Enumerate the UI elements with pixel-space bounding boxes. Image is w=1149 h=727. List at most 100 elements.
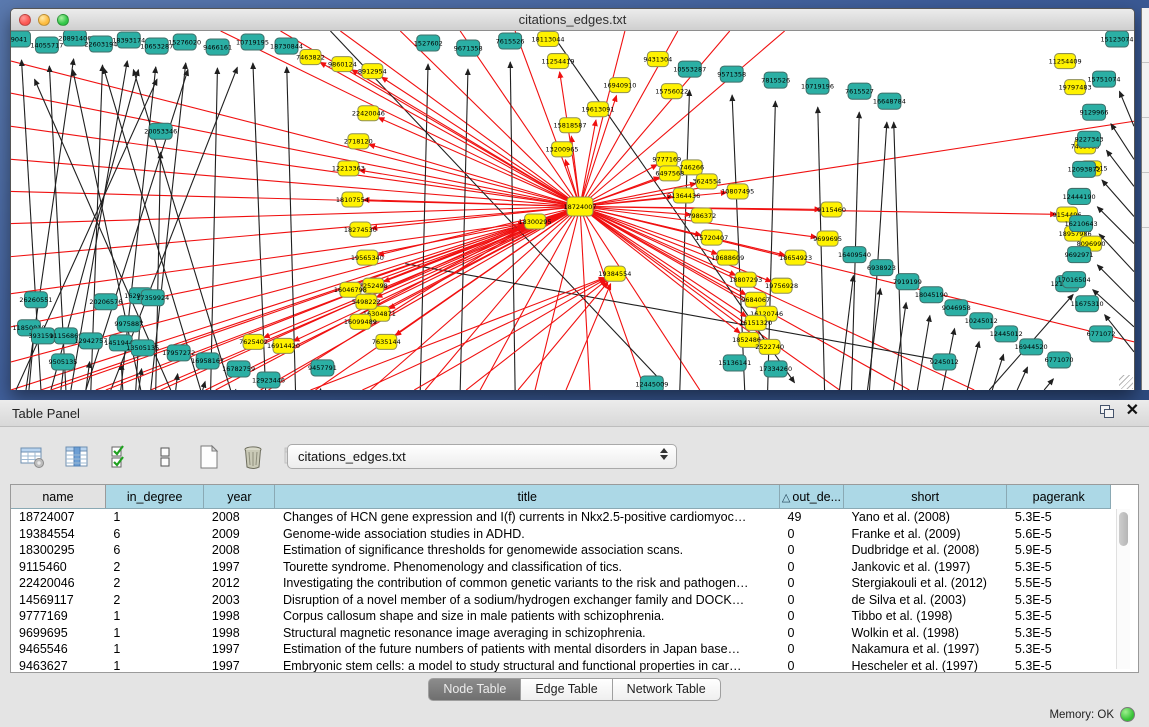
table-cell: 2009 <box>204 526 275 543</box>
graph-node-label: 8912954 <box>358 67 387 75</box>
table-cell: 0 <box>780 526 844 543</box>
graph-node-label: 12923446 <box>252 376 285 384</box>
table-cell: Nakamura et al. (1997) <box>843 641 1006 658</box>
table-cell: 9699695 <box>11 625 105 642</box>
table-scrollbar[interactable] <box>1116 509 1130 669</box>
graph-node-label: 9466161 <box>203 43 232 51</box>
select-column-button[interactable] <box>62 442 92 472</box>
table-cell: 2 <box>105 575 203 592</box>
delete-table-button[interactable] <box>238 442 268 472</box>
graph-node-label: 16958167 <box>191 357 224 365</box>
table-cell: 9777169 <box>11 608 105 625</box>
tab-node-table[interactable]: Node Table <box>428 678 521 701</box>
table-select-dropdown[interactable]: citations_edges.txt <box>287 444 677 469</box>
graph-node-label: 16046798 <box>334 286 367 294</box>
table-tabs: Node Table Edge Table Network Table <box>0 678 1149 701</box>
table-cell: 2 <box>105 592 203 609</box>
table-cell: 1997 <box>204 559 275 576</box>
table-cell: Franke et al. (2009) <box>843 526 1006 543</box>
column-header-pagerank[interactable]: pagerank <box>1007 485 1111 509</box>
table-cell: Stergiakouli et al. (2012) <box>843 575 1006 592</box>
table-cell: 5.6E-5 <box>1007 526 1111 543</box>
float-panel-icon[interactable] <box>1100 405 1114 418</box>
graph-node-label: 12213363 <box>332 165 365 173</box>
column-header-year[interactable]: year <box>204 485 275 509</box>
table-cell: 1 <box>105 625 203 642</box>
table-cell: 5.3E-5 <box>1007 625 1111 642</box>
graph-node-label: 19797483 <box>1059 83 1092 91</box>
table-row[interactable]: 1872400712008Changes of HCN gene express… <box>11 509 1111 526</box>
graph-node-label: 18300295 <box>519 218 552 226</box>
graph-node-label: 7625402 <box>239 338 268 346</box>
table-cell: 5.3E-5 <box>1007 509 1111 526</box>
graph-node-label: 15751074 <box>1088 75 1121 83</box>
table-row[interactable]: 2242004622012Investigating the contribut… <box>11 575 1111 592</box>
table-cell: Dudbridge et al. (2008) <box>843 542 1006 559</box>
table-cell: 2012 <box>204 575 275 592</box>
graph-node-label: 16409540 <box>838 251 871 259</box>
network-canvas[interactable]: 1872400774638229860124891295422420046271… <box>11 31 1134 390</box>
column-header-out_de[interactable]: △out_de... <box>780 485 844 509</box>
close-panel-icon[interactable]: ✕ <box>1126 404 1139 418</box>
column-header-title[interactable]: title <box>275 485 780 509</box>
table-cell: 19384554 <box>11 526 105 543</box>
graph-node-label: 9692971 <box>1065 251 1094 259</box>
graph-node-label: 2522740 <box>755 343 784 351</box>
graph-node-label: 9777169 <box>652 156 681 164</box>
graph-node-label: 12444190 <box>1063 193 1096 201</box>
graph-node-label: 16151320 <box>739 319 772 327</box>
table-row[interactable]: 1938455462009Genome-wide association stu… <box>11 526 1111 543</box>
graph-node-label: 16648784 <box>873 97 906 105</box>
column-header-short[interactable]: short <box>843 485 1006 509</box>
graph-node-label: 9457791 <box>308 364 337 372</box>
graph-node-label: 9505135 <box>48 358 77 366</box>
table-row[interactable]: 911546021997Tourette syndrome. Phenomeno… <box>11 559 1111 576</box>
table-cell: 0 <box>780 608 844 625</box>
table-cell: Embryonic stem cells: a model to study s… <box>275 658 780 674</box>
graph-node-label: 18724007 <box>563 203 596 211</box>
show-hide-columns-button[interactable] <box>106 442 136 472</box>
table-cell: Hescheler et al. (1997) <box>843 658 1006 674</box>
graph-node-label: 16940910 <box>603 81 636 89</box>
graph-node-label: 7615527 <box>845 87 874 95</box>
table-cell: 1 <box>105 509 203 526</box>
table-row[interactable]: 1830029562008Estimation of significance … <box>11 542 1111 559</box>
graph-node-label: 17957272 <box>162 349 195 357</box>
table-cell: 2 <box>105 559 203 576</box>
graph-node-label: 16782759 <box>222 365 255 373</box>
graph-node-label: 6771070 <box>1045 356 1074 364</box>
graph-node-label: 22420046 <box>352 110 385 118</box>
table-settings-button[interactable] <box>18 442 48 472</box>
graph-node-label: 18107554 <box>336 196 369 204</box>
row-options-button[interactable] <box>150 442 180 472</box>
graph-node-label: 15818587 <box>553 122 586 130</box>
column-header-name[interactable]: name <box>11 485 105 509</box>
column-header-in_degree[interactable]: in_degree <box>105 485 203 509</box>
table-cell: Structural magnetic resonance image aver… <box>275 625 780 642</box>
graph-node-label: 17334260 <box>759 365 792 373</box>
table-row[interactable]: 1456911722003Disruption of a novel membe… <box>11 592 1111 609</box>
table-cell: Estimation of the future numbers of pati… <box>275 641 780 658</box>
table-cell: 1998 <box>204 625 275 642</box>
window-titlebar[interactable]: citations_edges.txt <box>11 9 1134 31</box>
table-cell: Estimation of significance thresholds fo… <box>275 542 780 559</box>
table-cell: Tibbo et al. (1998) <box>843 608 1006 625</box>
tab-network-table[interactable]: Network Table <box>613 678 721 701</box>
table-cell: Jankovic et al. (1997) <box>843 559 1006 576</box>
table-row[interactable]: 969969511998Structural magnetic resonanc… <box>11 625 1111 642</box>
table-row[interactable]: 946362711997Embryonic stem cells: a mode… <box>11 658 1111 674</box>
scrollbar-thumb[interactable] <box>1119 512 1128 546</box>
graph-node-label: 13200965 <box>546 146 579 154</box>
create-table-button[interactable] <box>194 442 224 472</box>
table-cell: Changes of HCN gene expression and I(f) … <box>275 509 780 526</box>
table-cell: 0 <box>780 625 844 642</box>
table-row[interactable]: 946554611997Estimation of the future num… <box>11 641 1111 658</box>
status-bar: Memory: OK <box>0 703 1149 727</box>
table-row[interactable]: 977716911998Corpus callosum shape and si… <box>11 608 1111 625</box>
tab-edge-table[interactable]: Edge Table <box>521 678 612 701</box>
graph-node-label: 9571358 <box>717 70 746 78</box>
resize-grip[interactable] <box>1119 375 1133 389</box>
table-cell: 6 <box>105 542 203 559</box>
graph-node-label: 11254419 <box>542 57 575 65</box>
table-cell: 5.3E-5 <box>1007 608 1111 625</box>
